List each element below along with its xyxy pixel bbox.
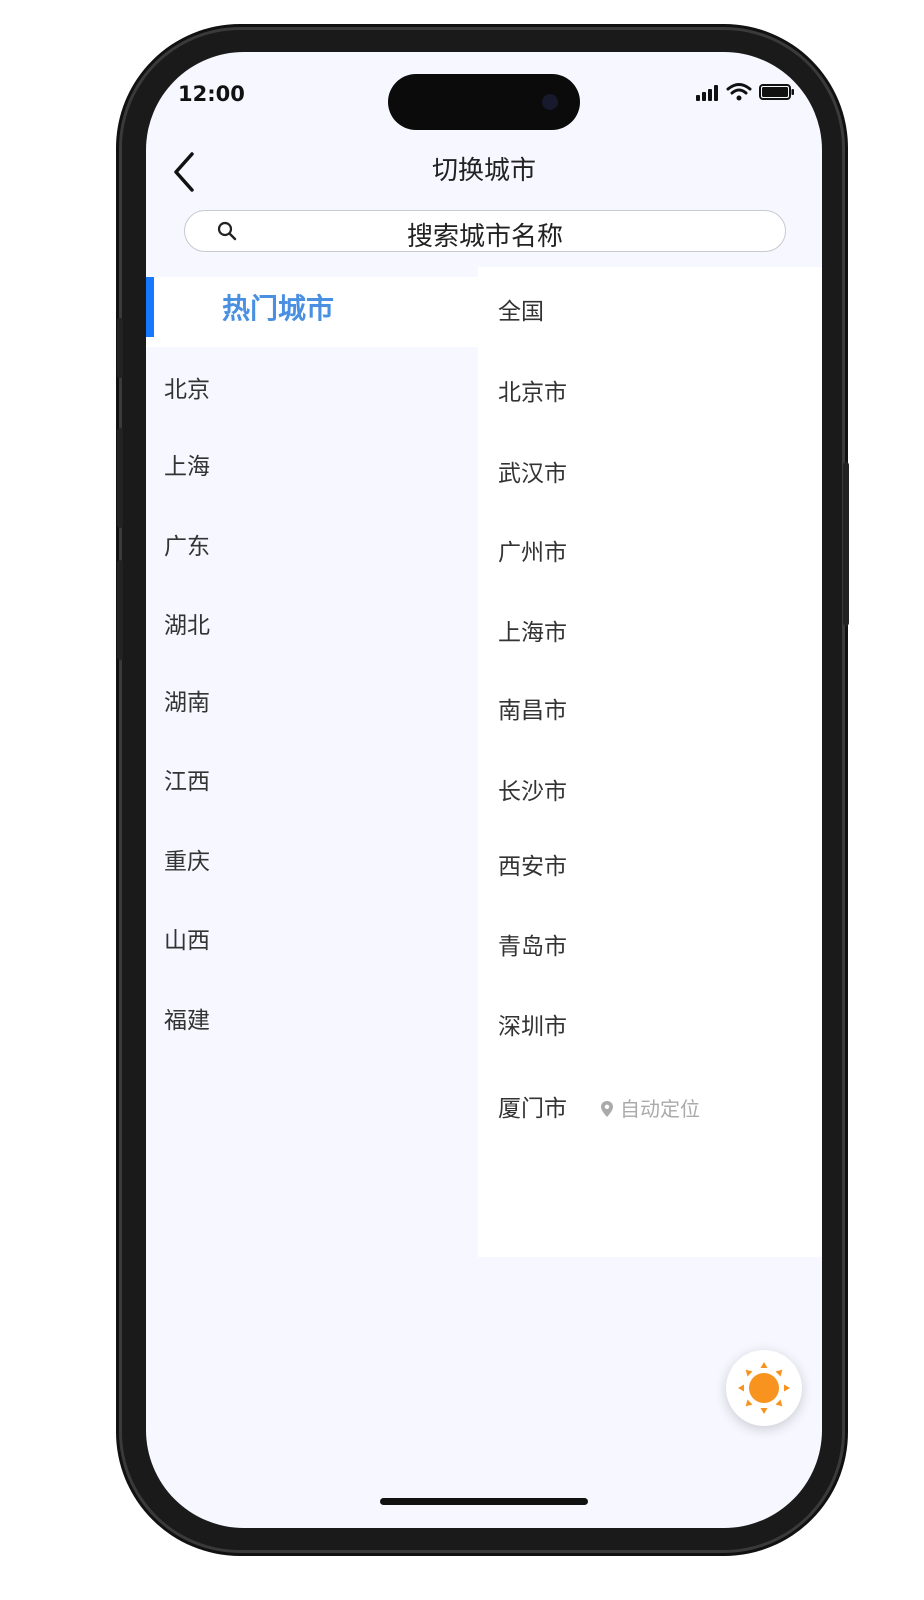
search-input[interactable]: 搜索城市名称 [184, 210, 786, 252]
theme-toggle-button[interactable] [726, 1350, 802, 1426]
screen: 12:00 切换城市 搜索城市名称 热门城市 北京 上海 广东 湖北 湖南 江西… [146, 52, 822, 1528]
province-item[interactable]: 山西 [164, 921, 210, 955]
city-item[interactable]: 北京市 [498, 373, 567, 407]
power-button [843, 462, 849, 626]
sun-icon [738, 1362, 790, 1414]
volume-down-button [117, 560, 123, 660]
auto-locate-label: 自动定位 [620, 1097, 700, 1121]
camera-icon [542, 94, 558, 110]
city-item[interactable]: 深圳市 [498, 1007, 567, 1041]
province-item[interactable]: 江西 [164, 762, 210, 796]
dynamic-island [388, 74, 580, 130]
province-item[interactable]: 福建 [164, 1001, 210, 1035]
province-label-active: 热门城市 [222, 292, 335, 325]
auto-locate-tag[interactable]: 自动定位 [600, 1093, 700, 1122]
province-list: 热门城市 北京 上海 广东 湖北 湖南 江西 重庆 山西 福建 [146, 267, 478, 1367]
city-item[interactable]: 广州市 [498, 533, 567, 567]
province-item[interactable]: 广东 [164, 527, 210, 561]
page-title: 切换城市 [431, 156, 536, 186]
city-item[interactable]: 长沙市 [498, 772, 567, 806]
city-item[interactable]: 厦门市 [498, 1089, 567, 1123]
city-item[interactable]: 全国 [498, 292, 544, 326]
city-item[interactable]: 西安市 [498, 847, 567, 881]
province-item[interactable]: 湖南 [164, 683, 210, 717]
signal-icon [696, 85, 718, 101]
province-item-hot-cities[interactable]: 热门城市 [146, 277, 478, 347]
city-item[interactable]: 上海市 [498, 613, 567, 647]
city-item[interactable]: 青岛市 [498, 927, 567, 961]
battery-icon [759, 84, 794, 100]
city-item[interactable]: 武汉市 [498, 454, 567, 488]
action-button [117, 318, 123, 378]
volume-up-button [117, 428, 123, 528]
wifi-icon [726, 83, 752, 101]
city-list: 全国 北京市 武汉市 广州市 上海市 南昌市 长沙市 西安市 青岛市 深圳市 厦… [478, 267, 822, 1257]
home-indicator[interactable] [380, 1498, 588, 1505]
nav-header: 切换城市 [146, 142, 822, 212]
search-placeholder: 搜索城市名称 [406, 222, 563, 252]
province-item[interactable]: 重庆 [164, 842, 210, 876]
province-item[interactable]: 上海 [164, 447, 210, 481]
province-item[interactable]: 北京 [164, 370, 210, 404]
location-pin-icon [601, 1101, 613, 1117]
province-item[interactable]: 湖北 [164, 606, 210, 640]
status-icons [696, 83, 794, 101]
status-bar: 12:00 [146, 52, 822, 142]
active-indicator [146, 277, 154, 337]
city-item[interactable]: 南昌市 [498, 691, 567, 725]
status-time: 12:00 [178, 82, 245, 106]
